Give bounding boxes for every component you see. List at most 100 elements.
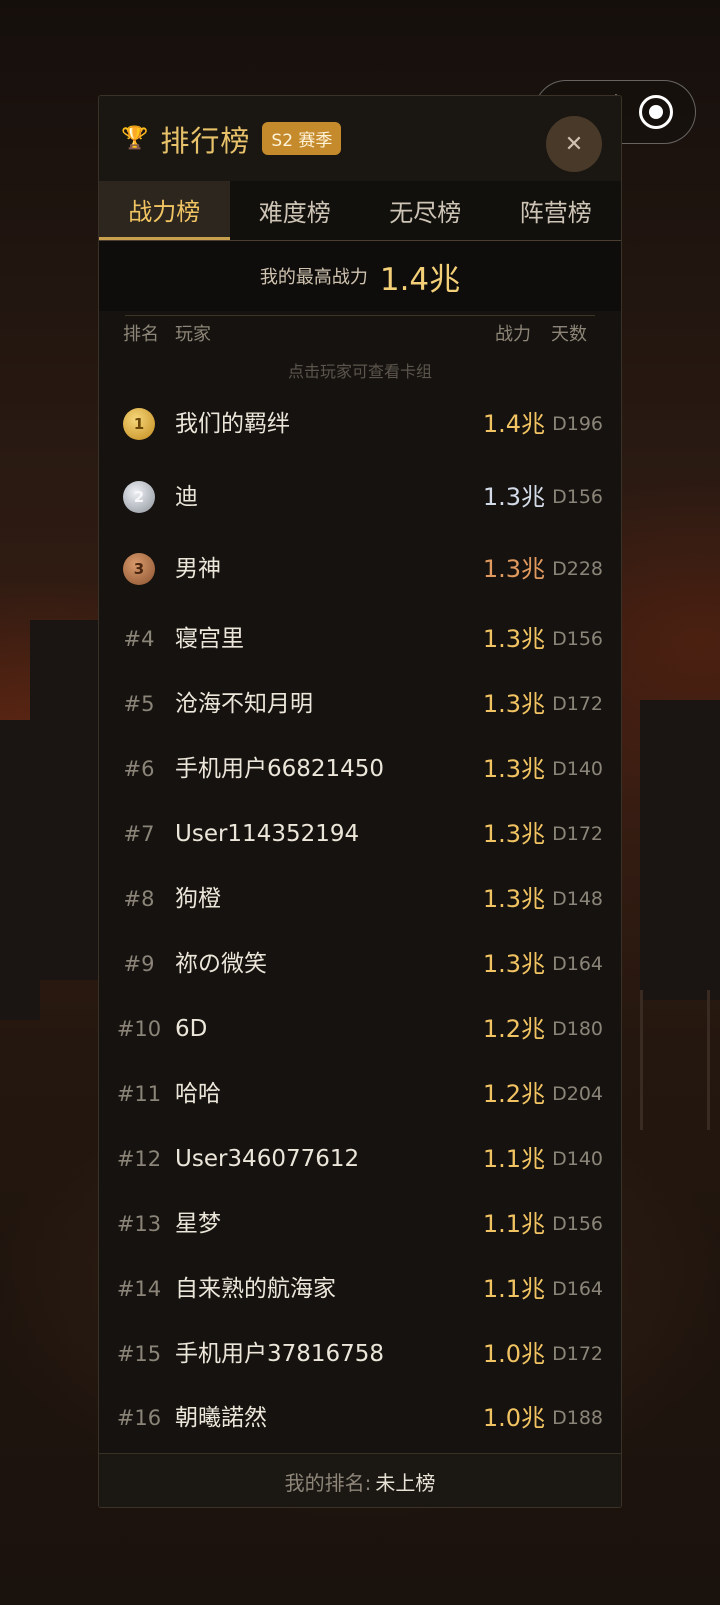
player-power: 1.1兆 <box>482 1275 545 1303</box>
player-power: 1.2兆 <box>482 1080 545 1108</box>
tab-difficulty[interactable]: 难度榜 <box>230 181 361 240</box>
player-power: 1.3兆 <box>482 950 545 978</box>
player-name: 沧海不知月明 <box>175 691 313 717</box>
table-row[interactable]: #6 手机用户66821450 1.3兆 D140 <box>99 736 621 802</box>
table-row[interactable]: #10 6D 1.2兆 D180 <box>99 996 621 1062</box>
player-days: D196 <box>552 413 603 435</box>
player-days: D172 <box>552 693 603 715</box>
tab-faction[interactable]: 阵营榜 <box>491 181 622 240</box>
table-row[interactable]: #13 星梦 1.1兆 D156 <box>99 1191 621 1257</box>
season-badge: S2 赛季 <box>262 122 342 155</box>
player-name: 6D <box>175 1016 208 1042</box>
player-days: D140 <box>552 1148 603 1170</box>
player-power: 1.3兆 <box>482 820 545 848</box>
player-name: 星梦 <box>175 1211 221 1237</box>
close-icon: ✕ <box>564 131 584 157</box>
player-name: 男神 <box>175 556 221 582</box>
player-power: 1.3兆 <box>482 555 545 583</box>
player-power: 1.3兆 <box>482 483 545 511</box>
background-ruins-right <box>640 700 720 1000</box>
rank-number: #10 <box>116 1017 162 1041</box>
player-days: D180 <box>552 1018 603 1040</box>
player-power: 1.0兆 <box>482 1340 545 1368</box>
rank-medal: 2 <box>111 464 167 530</box>
player-name: 迪 <box>175 484 198 510</box>
table-row[interactable]: #4 寝宫里 1.3兆 D156 <box>99 606 621 672</box>
page-title: 排行榜 <box>160 123 251 158</box>
player-name: User346077612 <box>175 1146 360 1172</box>
tab-bar: 战力榜 难度榜 无尽榜 阵营榜 <box>99 181 621 241</box>
target-icon[interactable] <box>617 95 696 129</box>
player-days: D188 <box>552 1407 603 1429</box>
player-days: D140 <box>552 758 603 780</box>
table-row[interactable]: #12 User346077612 1.1兆 D140 <box>99 1126 621 1192</box>
table-row[interactable]: #8 狗橙 1.3兆 D148 <box>99 866 621 932</box>
player-days: D228 <box>552 558 603 580</box>
rank-medal: 3 <box>111 536 167 602</box>
rank-number: #5 <box>123 692 155 716</box>
silver-medal-icon: 2 <box>123 481 155 513</box>
player-power: 1.2兆 <box>482 1015 545 1043</box>
player-power: 1.1兆 <box>482 1145 545 1173</box>
player-name: 寝宫里 <box>175 626 244 652</box>
table-row[interactable]: #9 祢の微笑 1.3兆 D164 <box>99 931 621 997</box>
player-power: 1.3兆 <box>482 625 545 653</box>
my-rank-value: 未上榜 <box>375 1471 436 1495</box>
player-name: 狗橙 <box>175 886 221 912</box>
player-days: D156 <box>552 486 603 508</box>
leaderboard-panel: 🏆 排行榜 S2 赛季 ✕ 战力榜 难度榜 无尽榜 阵营榜 我的最高战力 1.4… <box>98 95 622 1508</box>
player-power: 1.3兆 <box>482 885 545 913</box>
rank-number: #7 <box>123 822 155 846</box>
player-days: D204 <box>552 1083 603 1105</box>
rank-number: #9 <box>123 952 155 976</box>
tab-power[interactable]: 战力榜 <box>99 181 230 240</box>
player-power: 1.4兆 <box>482 410 545 438</box>
rank-number: #6 <box>123 757 155 781</box>
table-row[interactable]: 2 迪 1.3兆 D156 <box>99 464 621 530</box>
table-row[interactable]: #11 哈哈 1.2兆 D204 <box>99 1061 621 1127</box>
column-header-rank: 排名 <box>123 324 159 345</box>
player-days: D172 <box>552 1343 603 1365</box>
column-header-power: 战力 <box>495 324 531 345</box>
rank-number: #12 <box>116 1147 162 1171</box>
tap-hint: 点击玩家可查看卡组 <box>287 362 432 381</box>
player-power: 1.3兆 <box>482 755 545 783</box>
my-best-power: 我的最高战力 1.4兆 <box>99 241 621 311</box>
background-fence <box>640 990 710 1130</box>
table-row[interactable]: 3 男神 1.3兆 D228 <box>99 536 621 602</box>
player-days: D148 <box>552 888 603 910</box>
tab-endless[interactable]: 无尽榜 <box>360 181 491 240</box>
player-power: 1.0兆 <box>482 1404 545 1432</box>
player-power: 1.3兆 <box>482 690 545 718</box>
table-row[interactable]: 1 我们的羁绊 1.4兆 D196 <box>99 391 621 457</box>
my-rank-label: 我的排名: <box>284 1471 372 1495</box>
table-row[interactable]: #5 沧海不知月明 1.3兆 D172 <box>99 671 621 737</box>
best-power-label: 我的最高战力 <box>259 267 368 288</box>
player-days: D164 <box>552 1278 603 1300</box>
bronze-medal-icon: 3 <box>123 553 155 585</box>
player-days: D164 <box>552 953 603 975</box>
player-name: User114352194 <box>175 821 360 847</box>
panel-header: 🏆 排行榜 S2 赛季 <box>99 96 621 181</box>
rank-number: #14 <box>116 1277 162 1301</box>
player-name: 自来熟的航海家 <box>175 1276 336 1302</box>
rank-medal: 1 <box>111 391 167 457</box>
rank-number: #15 <box>116 1342 162 1366</box>
player-name: 手机用户37816758 <box>175 1341 385 1367</box>
player-name: 我们的羁绊 <box>175 411 290 437</box>
table-row[interactable]: #14 自来熟的航海家 1.1兆 D164 <box>99 1256 621 1322</box>
close-button[interactable]: ✕ <box>546 116 602 172</box>
rank-number: #13 <box>116 1212 162 1236</box>
player-name: 哈哈 <box>175 1081 221 1107</box>
rank-number: #8 <box>123 887 155 911</box>
player-days: D156 <box>552 1213 603 1235</box>
column-header-player: 玩家 <box>175 324 211 345</box>
table-row[interactable]: #16 朝曦諾然 1.0兆 D188 <box>99 1385 621 1451</box>
table-row[interactable]: #15 手机用户37816758 1.0兆 D172 <box>99 1321 621 1387</box>
trophy-icon: 🏆 <box>121 126 149 151</box>
gold-medal-icon: 1 <box>123 408 155 440</box>
player-name: 祢の微笑 <box>175 951 267 977</box>
rank-number: #11 <box>116 1082 162 1106</box>
table-row[interactable]: #7 User114352194 1.3兆 D172 <box>99 801 621 867</box>
my-rank-footer: 我的排名: 未上榜 <box>99 1453 621 1507</box>
